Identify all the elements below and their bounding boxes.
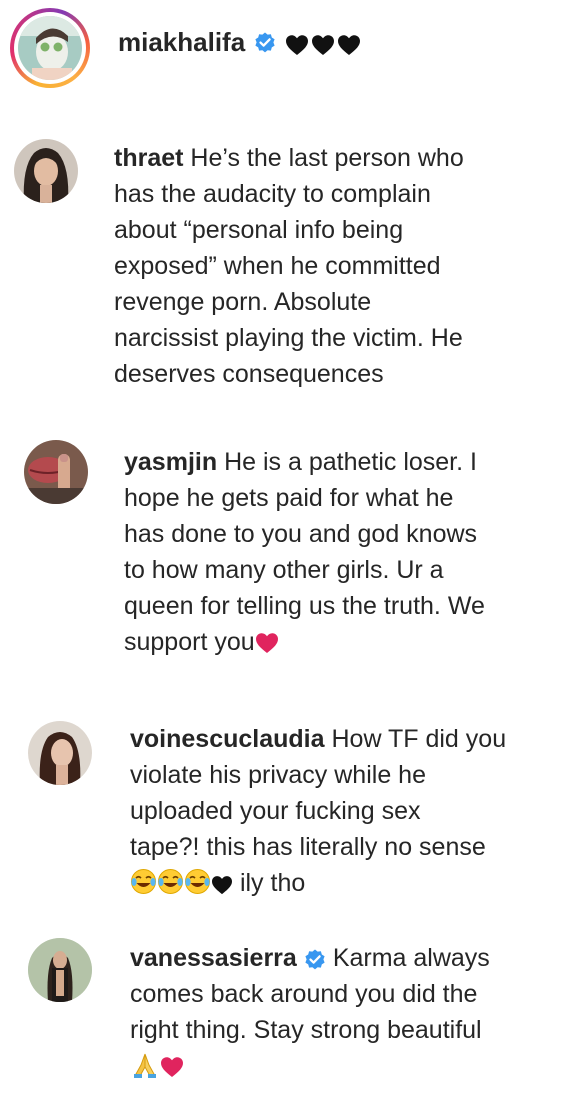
comment-text-line: hope he gets paid for what he bbox=[124, 484, 454, 512]
comment-text-line: support you bbox=[124, 628, 255, 656]
comment-text-line: violate his privacy while he bbox=[130, 761, 426, 789]
comment-text-line: Karma always bbox=[332, 944, 490, 972]
comment-text-line: queen for telling us the truth. We bbox=[124, 592, 485, 620]
comment-body: thraet He’s the last person who has the … bbox=[114, 140, 554, 392]
comment-text-line: revenge porn. Absolute bbox=[114, 288, 372, 316]
post-header: miakhalifa bbox=[10, 8, 550, 88]
comment-username[interactable]: thraet bbox=[114, 144, 183, 172]
comment: voinescuclaudia How TF did you violate h… bbox=[0, 715, 565, 910]
black-heart-icon bbox=[211, 869, 233, 905]
post-author-username[interactable]: miakhalifa bbox=[118, 27, 245, 58]
header-emoji bbox=[285, 32, 361, 55]
verified-badge-icon bbox=[303, 946, 327, 970]
comment-text-line: narcissist playing the victim. He bbox=[114, 324, 463, 352]
comment-text-line: to how many other girls. Ur a bbox=[124, 556, 444, 584]
avatar[interactable] bbox=[18, 16, 82, 80]
story-ring[interactable] bbox=[10, 8, 90, 88]
avatar[interactable] bbox=[24, 440, 88, 504]
comment-username[interactable]: voinescuclaudia bbox=[130, 725, 325, 753]
comment: vanessasierra Karma always comes back ar… bbox=[0, 930, 565, 1095]
comment-text-line: He is a pathetic loser. I bbox=[224, 448, 477, 476]
black-heart-icon bbox=[311, 32, 335, 55]
post-author[interactable]: miakhalifa bbox=[118, 27, 361, 58]
folded-hands-icon bbox=[130, 1050, 160, 1080]
comment-text-line: has done to you and god knows bbox=[124, 520, 478, 548]
comment-body: vanessasierra Karma always comes back ar… bbox=[130, 940, 560, 1088]
comment-body: voinescuclaudia How TF did you violate h… bbox=[130, 721, 560, 905]
comment-body: yasmjin He is a pathetic loser. I hope h… bbox=[124, 444, 559, 664]
tears-of-joy-icon bbox=[157, 868, 184, 895]
avatar[interactable] bbox=[14, 139, 78, 203]
comment-text-line: uploaded your fucking sex bbox=[130, 797, 421, 825]
comment: thraet He’s the last person who has the … bbox=[0, 130, 565, 400]
red-heart-icon bbox=[160, 1052, 184, 1088]
tears-of-joy-icon bbox=[184, 868, 211, 895]
black-heart-icon bbox=[337, 32, 361, 55]
tears-of-joy-icon bbox=[130, 868, 157, 895]
comment-text-line: deserves consequences bbox=[114, 360, 384, 388]
verified-badge-icon bbox=[253, 31, 277, 55]
avatar[interactable] bbox=[28, 938, 92, 1002]
comment-text-line: ily tho bbox=[239, 869, 306, 897]
comment-text-line: right thing. Stay strong beautiful bbox=[130, 1016, 482, 1044]
avatar[interactable] bbox=[28, 721, 92, 785]
comment-username[interactable]: yasmjin bbox=[124, 448, 217, 476]
comment-text-line: comes back around you did the bbox=[130, 980, 478, 1008]
comment: yasmjin He is a pathetic loser. I hope h… bbox=[0, 430, 565, 660]
comment-text-line: exposed” when he committed bbox=[114, 252, 441, 280]
red-heart-icon bbox=[255, 628, 279, 664]
comment-text-line: How TF did you bbox=[331, 725, 507, 753]
comment-text-line: He’s the last person who bbox=[190, 144, 464, 172]
comment-username[interactable]: vanessasierra bbox=[130, 940, 297, 976]
black-heart-icon bbox=[285, 32, 309, 55]
comment-text-line: about “personal info being bbox=[114, 216, 404, 244]
comment-text-line: tape?! this has literally no sense bbox=[130, 833, 486, 861]
comment-text-line: has the audacity to complain bbox=[114, 180, 431, 208]
